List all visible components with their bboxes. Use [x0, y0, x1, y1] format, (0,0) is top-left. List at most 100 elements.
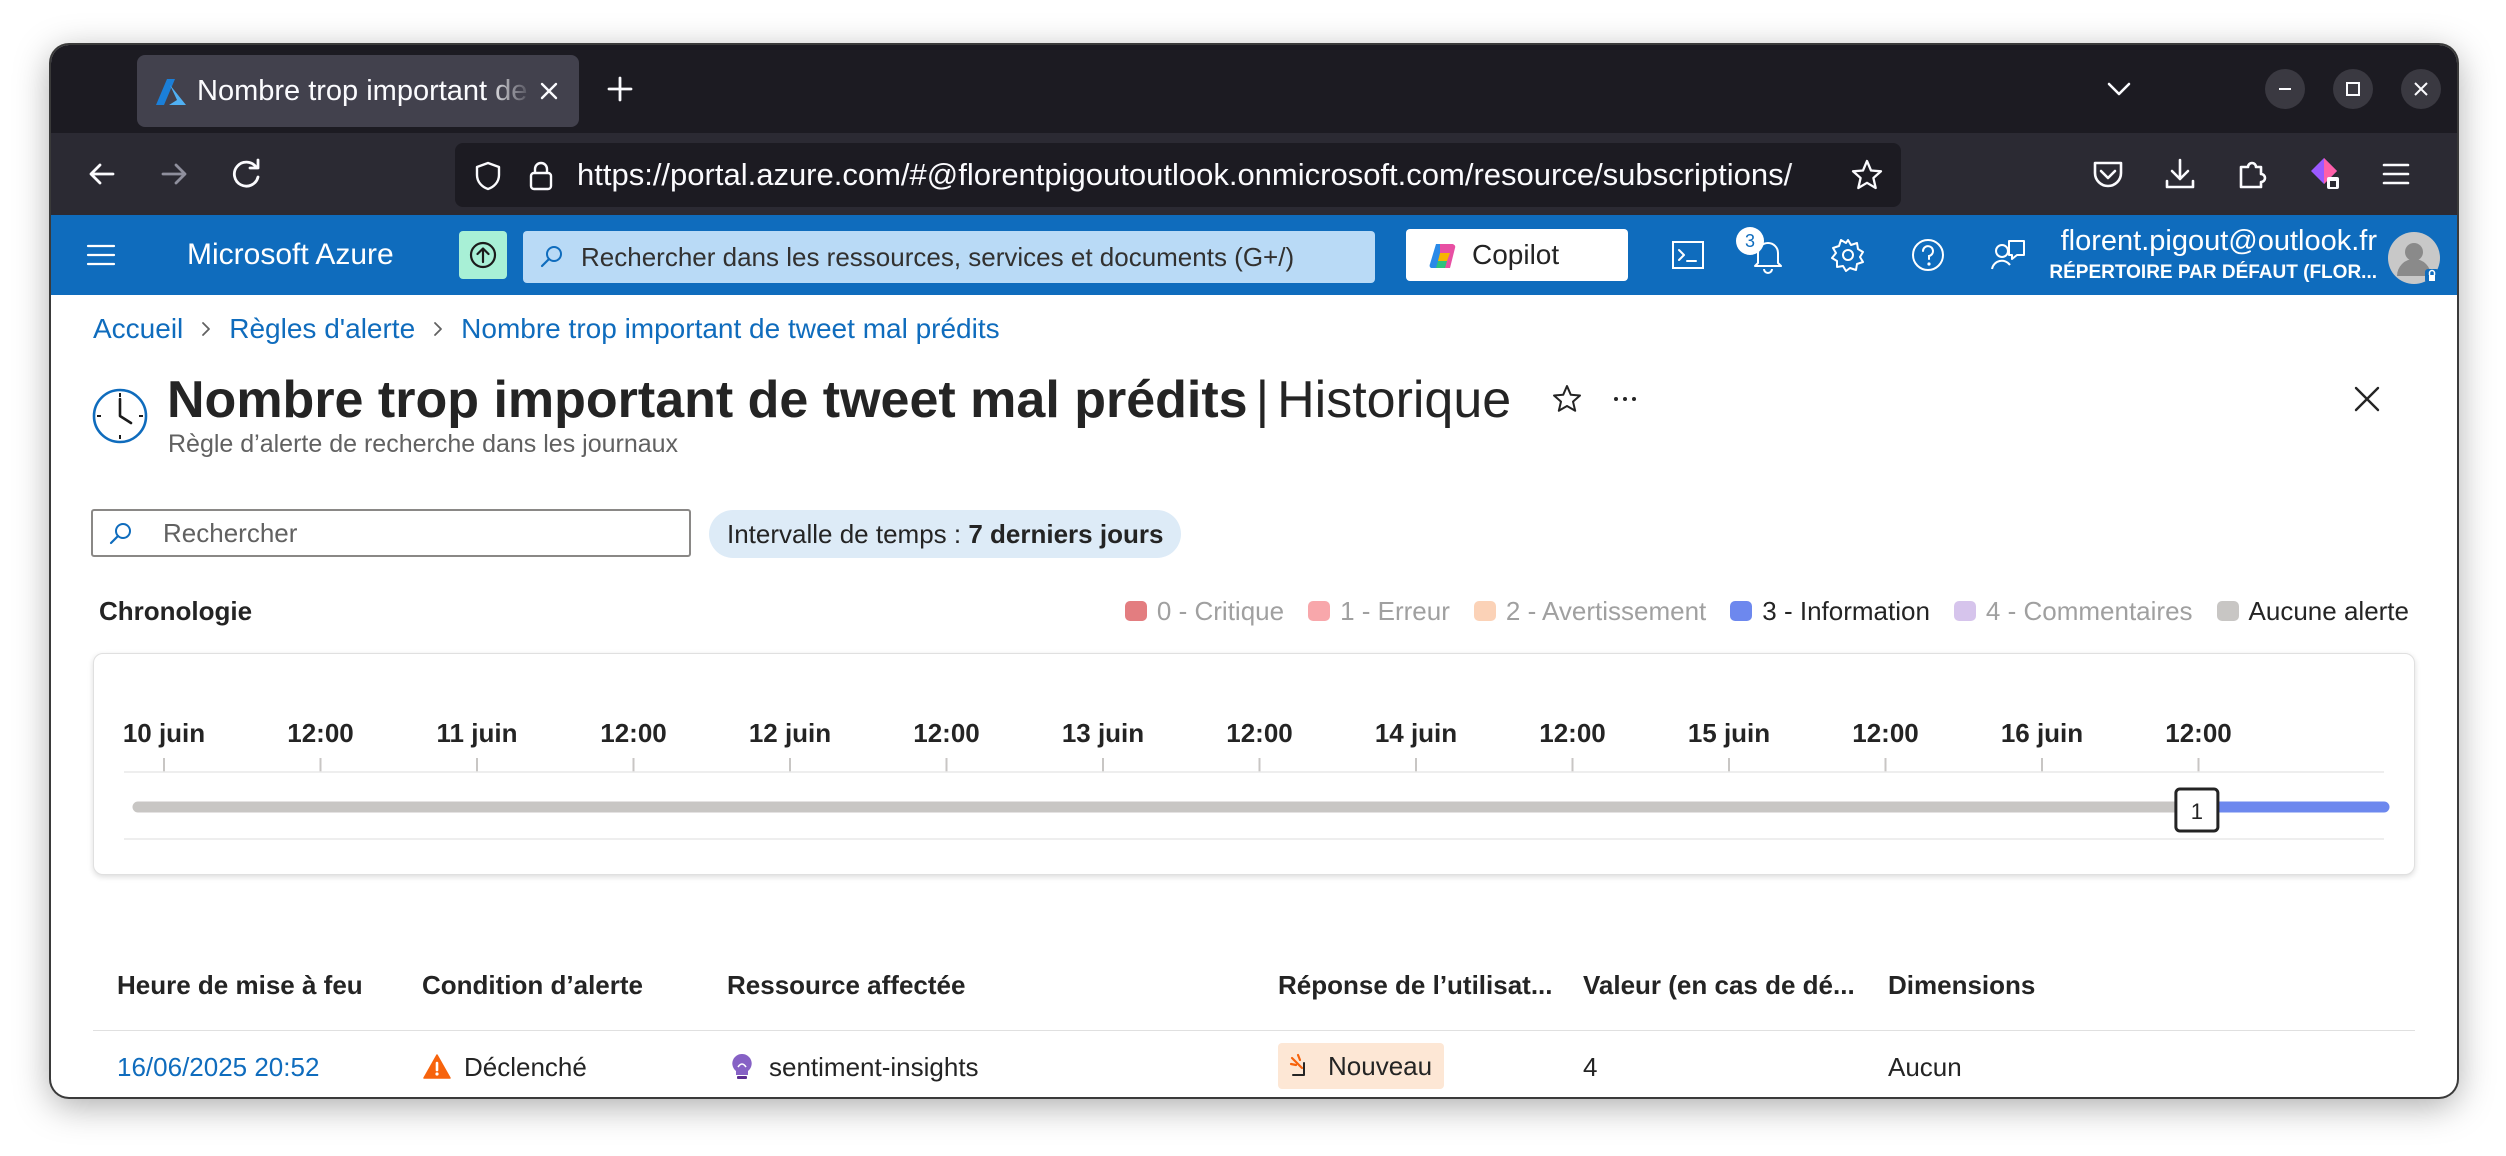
timeline-tick-label: 12:00 — [1226, 718, 1293, 748]
navigation-toolbar: https://portal.azure.com/#@florentpigout… — [51, 133, 2457, 215]
avatar[interactable] — [2387, 231, 2441, 285]
close-tab-icon[interactable] — [533, 75, 565, 107]
legend-label: 3 - Information — [1762, 595, 1930, 626]
minimize-window-icon[interactable] — [2265, 69, 2305, 109]
legend-label: Aucune alerte — [2248, 595, 2409, 626]
tracking-protection-shield-icon[interactable] — [471, 159, 505, 193]
breadcrumb-home[interactable]: Accueil — [93, 311, 183, 347]
legend-label: 4 - Commentaires — [1985, 595, 2193, 626]
timeline-tick-label: 12:00 — [2165, 718, 2232, 748]
breadcrumb: Accueil Règles d'alerte Nombre trop impo… — [93, 311, 1000, 347]
timeline-tick-label: 12:00 — [1539, 718, 1606, 748]
cloud-shell-icon[interactable] — [1668, 235, 1708, 275]
breadcrumb-current-rule[interactable]: Nombre trop important de tweet mal prédi… — [461, 311, 999, 347]
notification-count-badge: 3 — [1736, 227, 1764, 255]
tab-strip: Nombre trop important de tweet mal prédi… — [51, 45, 2457, 133]
settings-gear-icon[interactable] — [1828, 235, 1868, 275]
new-tab-icon[interactable] — [598, 67, 642, 111]
title-separator: | — [1255, 371, 1270, 429]
legend-swatch — [2216, 601, 2239, 621]
fired-time-link[interactable]: 16/06/2025 20:52 — [117, 1049, 319, 1085]
legend-item[interactable]: 0 - Critique — [1124, 596, 1284, 627]
dimensions-cell: Aucun — [1888, 1052, 1962, 1082]
time-range-filter[interactable]: Intervalle de temps : 7 derniers jours — [709, 510, 1182, 558]
portal-menu-icon[interactable] — [83, 237, 119, 273]
legend-swatch — [1473, 601, 1496, 621]
maximize-window-icon[interactable] — [2333, 69, 2373, 109]
history-search[interactable] — [91, 509, 691, 557]
search-icon — [107, 521, 133, 547]
pocket-icon[interactable] — [2087, 153, 2129, 195]
table-row[interactable]: 16/06/2025 20:52 Déclenché sentiment-ins… — [93, 1031, 2415, 1097]
column-header-fired-time[interactable]: Heure de mise à feu — [117, 967, 407, 1003]
column-header-value[interactable]: Valeur (en cas de dé... — [1583, 967, 1873, 1003]
history-search-input[interactable] — [163, 511, 673, 555]
resource-name: sentiment-insights — [769, 1052, 979, 1082]
timeline-tick-label: 14 juin — [1375, 718, 1457, 748]
column-header-dimensions[interactable]: Dimensions — [1888, 967, 2178, 1003]
browser-tab[interactable]: Nombre trop important de tweet mal prédi… — [137, 55, 579, 127]
timeline-tick-label: 12:00 — [913, 718, 980, 748]
breadcrumb-alert-rules[interactable]: Règles d'alerte — [229, 311, 415, 347]
page-subtitle: Règle d’alerte de recherche dans les jou… — [168, 430, 679, 458]
legend-item[interactable]: 1 - Erreur — [1308, 596, 1450, 627]
private-extension-icon[interactable] — [2303, 153, 2345, 195]
legend-item[interactable]: 4 - Commentaires — [1953, 595, 2193, 627]
timeline-tick-label: 12:00 — [1852, 718, 1919, 748]
bookmark-star-icon[interactable] — [1849, 157, 1885, 193]
downloads-icon[interactable] — [2159, 153, 2201, 195]
table-header: Heure de mise à feu Condition d’alerte R… — [93, 943, 2415, 1031]
azure-brand[interactable]: Microsoft Azure — [187, 235, 394, 275]
chevron-down-icon[interactable] — [2099, 69, 2139, 109]
close-window-icon[interactable] — [2401, 69, 2441, 109]
account-directory[interactable]: RÉPERTOIRE PAR DÉFAUT (FLOR... — [1977, 261, 2377, 285]
page-title-section: Historique — [1277, 371, 1512, 429]
lock-icon[interactable] — [525, 159, 557, 193]
copilot-logo-icon — [1428, 241, 1458, 271]
legend-swatch — [1308, 601, 1331, 621]
resource-cell: sentiment-insights — [727, 1049, 979, 1085]
timeline-chart: 10 juin 12:00 11 juin 12:00 12 juin 12:00 13 j… — [93, 653, 2415, 875]
alert-history-table: Heure de mise à feu Condition d’alerte R… — [93, 943, 2415, 1097]
timeline-tick-label: 12:00 — [287, 718, 354, 748]
global-search[interactable] — [523, 231, 1375, 283]
legend-swatch — [1953, 601, 1976, 621]
help-icon[interactable] — [1908, 235, 1948, 275]
legend-item[interactable]: Aucune alerte — [2216, 595, 2409, 627]
account-email[interactable]: florent.pigout@outlook.fr — [1977, 223, 2377, 259]
global-search-input[interactable] — [581, 231, 1361, 283]
timeline-tick-label: 13 juin — [1062, 718, 1144, 748]
new-status-icon — [1289, 1053, 1305, 1076]
url-text[interactable]: https://portal.azure.com/#@florentpigout… — [577, 155, 1837, 195]
back-arrow-icon[interactable] — [81, 153, 123, 195]
chevron-right-icon — [202, 322, 211, 336]
column-header-resource[interactable]: Ressource affectée — [727, 967, 1247, 1003]
legend-item[interactable]: 3 - Information — [1730, 596, 1930, 627]
favorite-star-icon[interactable] — [1549, 381, 1585, 417]
column-header-user-response[interactable]: Réponse de l’utilisat... — [1278, 967, 1568, 1003]
status-badge[interactable]: Nouveau — [1278, 1043, 1445, 1089]
close-icon[interactable] — [2349, 381, 2385, 417]
address-bar[interactable]: https://portal.azure.com/#@florentpigout… — [455, 143, 1901, 207]
timeline-tick-label: 11 juin — [437, 718, 518, 748]
tab-title: Nombre trop important de tweet mal prédi… — [197, 75, 533, 107]
extensions-icon[interactable] — [2231, 153, 2273, 195]
warning-icon — [423, 1054, 451, 1079]
legend-label: 2 - Avertissement — [1505, 595, 1707, 626]
condition-cell: Déclenché — [422, 1049, 587, 1085]
reload-icon[interactable] — [225, 153, 267, 195]
chevron-right-icon — [434, 322, 443, 336]
timeline-tick-label: 12 juin — [749, 718, 831, 748]
azure-logo-icon — [155, 77, 187, 107]
timeline-tick-label: 12:00 — [600, 718, 667, 748]
timeline-tick-label: 15 juin — [1688, 718, 1770, 748]
timeline-label: Chronologie — [99, 596, 253, 626]
timeline-tick-label: 16 juin — [2001, 718, 2083, 748]
legend-item[interactable]: 2 - Avertissement — [1473, 595, 1707, 627]
copilot-button[interactable]: Copilot — [1406, 229, 1628, 281]
forward-arrow-icon[interactable] — [153, 153, 195, 195]
upgrade-icon[interactable] — [459, 231, 507, 279]
menu-icon[interactable] — [2375, 153, 2417, 195]
column-header-condition[interactable]: Condition d’alerte — [422, 967, 712, 1003]
more-options-icon[interactable] — [1607, 381, 1643, 417]
